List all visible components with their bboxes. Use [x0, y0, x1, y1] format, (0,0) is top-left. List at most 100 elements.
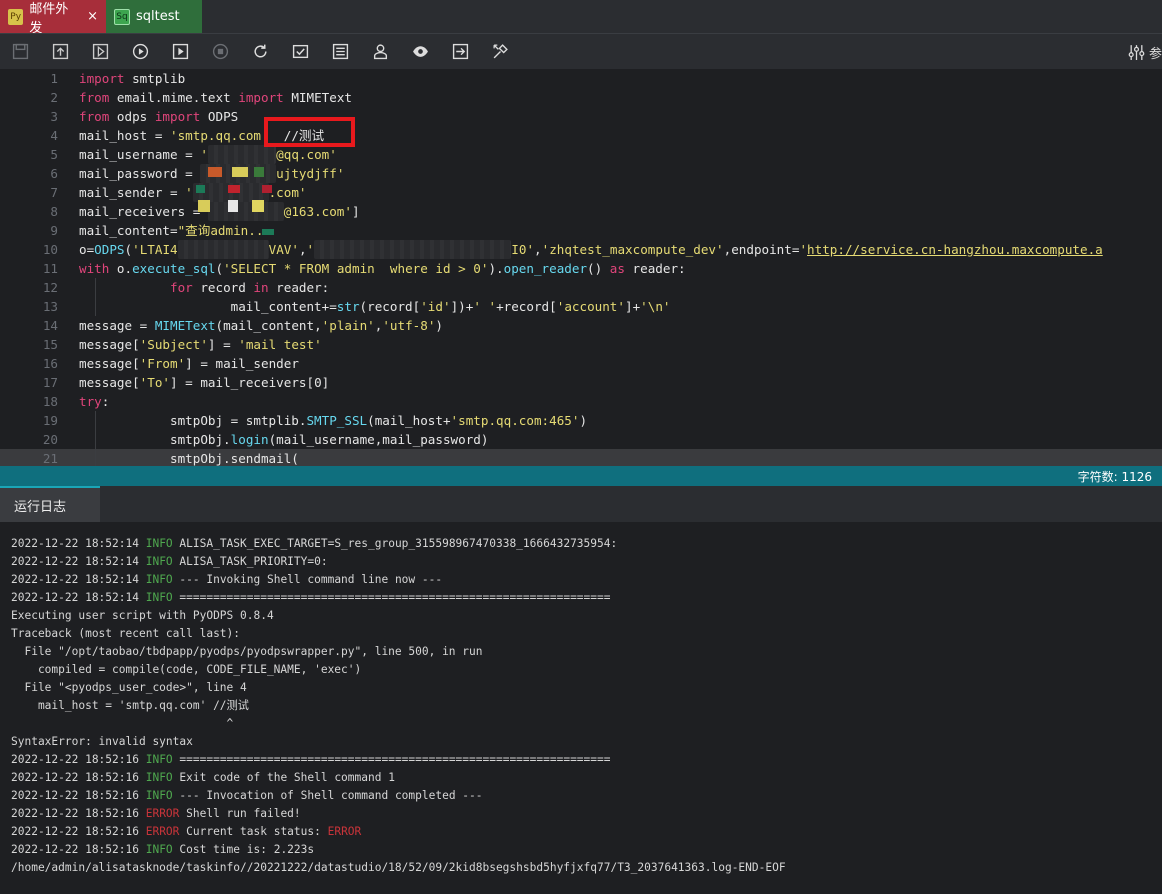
export-button[interactable]	[440, 34, 480, 70]
log-timestamp: 2022-12-22 18:52:14	[11, 573, 146, 586]
code-token: ,endpoint=	[723, 242, 800, 257]
code-token: smtplib	[124, 71, 186, 86]
log-message: ========================================…	[172, 591, 611, 604]
run-with-params-button[interactable]	[160, 34, 200, 70]
user-icon	[373, 44, 387, 60]
code-token: mail_password =	[79, 166, 201, 181]
upload-button[interactable]	[40, 34, 80, 70]
code-text: message = MIMEText(mail_content,'plain',…	[79, 316, 443, 335]
code-token: 'id'	[420, 299, 451, 314]
close-icon[interactable]: ×	[87, 9, 98, 24]
code-line[interactable]: 14 message = MIMEText(mail_content,'plain…	[0, 316, 1162, 335]
tab-mail-send[interactable]: Py 邮件外发 ×	[0, 0, 106, 36]
code-line[interactable]: 6 mail_password = ujtydjff'	[0, 164, 1162, 183]
code-line[interactable]: 16 message['From'] = mail_sender	[0, 354, 1162, 373]
settings-button[interactable]: 参	[1128, 34, 1162, 70]
code-line[interactable]: 20 smtpObj.login(mail_username,mail_pass…	[0, 430, 1162, 449]
code-line[interactable]: 8 mail_receivers = @163.com']	[0, 202, 1162, 221]
code-token: execute_sql	[132, 261, 216, 276]
code-line[interactable]: 5 mail_username = ' @qq.com'	[0, 145, 1162, 164]
code-token: ujtydjff'	[276, 166, 345, 181]
code-line[interactable]: 3 from odps import ODPS	[0, 107, 1162, 126]
code-line[interactable]: 18 try:	[0, 392, 1162, 411]
code-token: +record[	[496, 299, 557, 314]
log-level: INFO	[145, 753, 173, 766]
submit-button[interactable]	[280, 34, 320, 70]
code-line[interactable]: 15 message['Subject'] = 'mail test'	[0, 335, 1162, 354]
code-line[interactable]: 2 from email.mime.text import MIMEText	[0, 88, 1162, 107]
code-token: email.mime.text	[109, 90, 239, 105]
log-level: ERROR	[145, 807, 180, 820]
code-line[interactable]: 21 smtpObj.sendmail(	[0, 449, 1162, 466]
code-text: mail_username = ' @qq.com'	[79, 145, 337, 164]
code-token: from	[79, 109, 110, 124]
line-number: 6	[50, 166, 58, 181]
preview-button[interactable]	[400, 34, 440, 70]
tab-sqltest[interactable]: Sq sqltest	[106, 0, 202, 33]
line-number: 12	[42, 280, 58, 295]
line-number: 9	[50, 223, 58, 238]
redacted-text	[207, 145, 277, 164]
code-token: (mail_host+	[367, 413, 451, 428]
line-number: 16	[42, 356, 58, 371]
log-message: compiled = compile(code, CODE_FILE_NAME,…	[11, 663, 362, 676]
code-token: mail_receivers =	[79, 204, 208, 219]
code-line[interactable]: 10 o=ODPS('LTAI4 VAV',' I0','zhqtest_maxc…	[0, 240, 1162, 259]
code-token: '\n'	[640, 299, 671, 314]
run-button[interactable]	[120, 34, 160, 70]
code-line[interactable]: 19 smtpObj = smtplib.SMTP_SSL(mail_host+…	[0, 411, 1162, 430]
stop-button[interactable]	[200, 34, 240, 70]
code-token: smtpObj = smtplib.	[79, 413, 307, 428]
code-token: reader:	[268, 280, 330, 295]
log-timestamp: 2022-12-22 18:52:14	[11, 537, 146, 550]
code-line[interactable]: 13 mail_content+=str(record['id'])+' '+r…	[0, 297, 1162, 316]
tools-button[interactable]	[480, 34, 520, 70]
code-token: (mail_content,	[215, 318, 322, 333]
code-line[interactable]: 17 message['To'] = mail_receivers[0]	[0, 373, 1162, 392]
code-editor[interactable]: 21 smtpObj.sendmail(20 smtpObj.login(mai…	[0, 69, 1162, 466]
code-token: o=	[79, 242, 95, 257]
code-token: ODPS	[200, 109, 239, 124]
log-message: File "/opt/taobao/tbdpapp/pyodps/pyodpsw…	[11, 645, 483, 658]
code-token: import	[238, 90, 284, 105]
export-icon	[452, 43, 468, 60]
user-button[interactable]	[360, 34, 400, 70]
save-run-button[interactable]	[80, 34, 120, 70]
code-token: .com'	[268, 185, 307, 200]
line-number: 8	[50, 204, 58, 219]
line-number: 21	[42, 451, 58, 466]
code-line[interactable]: 4 mail_host = 'smtp.qq.com' //测试	[0, 126, 1162, 145]
log-message: ALISA_TASK_EXEC_TARGET=S_res_group_31559…	[172, 537, 618, 550]
run-log-panel[interactable]: 2022-12-22 18:52:14 INFO ALISA_TASK_EXEC…	[0, 522, 1162, 894]
code-token: (	[124, 242, 133, 257]
code-token: ,	[534, 242, 542, 257]
code-line[interactable]: 12 for record in reader:	[0, 278, 1162, 297]
line-number: 19	[42, 413, 58, 428]
char-count: 字符数: 1126	[1077, 469, 1152, 484]
code-token: '	[185, 185, 193, 200]
run-icon	[132, 43, 148, 60]
log-message: Traceback (most recent call last):	[11, 627, 241, 640]
refresh-button[interactable]	[240, 34, 280, 70]
log-message: File "<pyodps_user_code>", line 4	[11, 681, 247, 694]
code-token: '	[799, 242, 808, 257]
code-line[interactable]: 7 mail_sender = ' .com'	[0, 183, 1162, 202]
log-level: INFO	[145, 771, 173, 784]
format-button[interactable]	[320, 34, 360, 70]
code-line[interactable]: 1 import smtplib	[0, 69, 1162, 88]
log-tab-bar: 运行日志	[0, 486, 1162, 522]
tab-label: 邮件外发	[29, 1, 69, 36]
redaction-block	[262, 185, 272, 193]
line-number: 1	[50, 71, 58, 86]
code-line[interactable]: 9 mail_content="查询admin...	[0, 221, 1162, 240]
code-line[interactable]: 11 with o.execute_sql('SELECT * FROM admi…	[0, 259, 1162, 278]
code-token: try	[79, 394, 102, 409]
code-token: )	[435, 318, 443, 333]
code-token: mail_username =	[79, 147, 201, 162]
code-token: message[	[79, 375, 140, 390]
code-token: "查询admin...	[177, 223, 272, 238]
save-button[interactable]	[0, 34, 40, 70]
tab-run-log[interactable]: 运行日志	[0, 486, 100, 522]
code-token: ] = mail_receivers[0]	[170, 375, 330, 390]
